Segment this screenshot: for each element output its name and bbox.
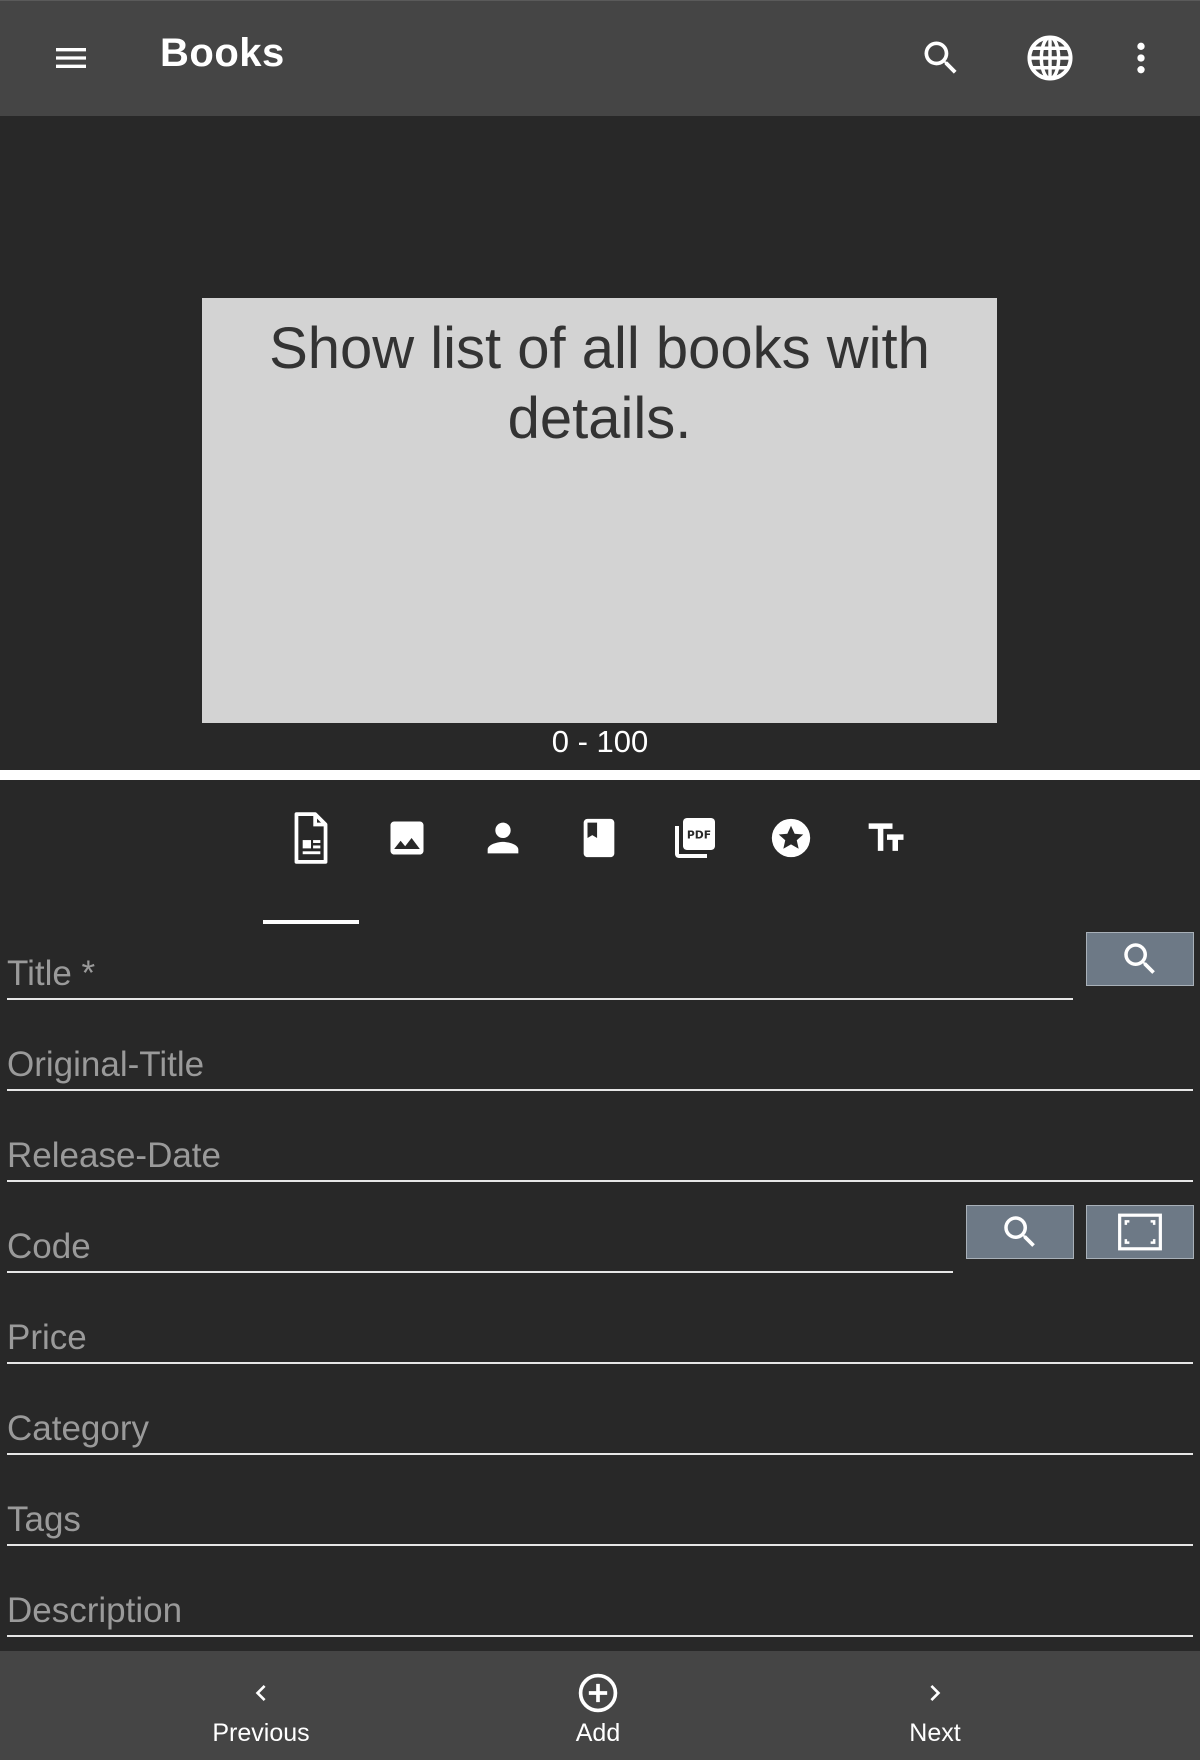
pdf-icon: PDF [675,818,715,858]
chevron-left-icon [255,1685,266,1701]
next-label: Next [909,1719,961,1747]
star-icon [771,818,811,858]
overflow-menu-button[interactable] [1106,23,1176,93]
code-field[interactable] [7,1203,953,1273]
person-icon [487,822,519,854]
release-date-input[interactable] [7,1136,1193,1176]
bottom-navigation: Previous Add Next [0,1651,1200,1760]
tags-input[interactable] [7,1500,1193,1540]
category-input[interactable] [7,1409,1193,1449]
title-input[interactable] [7,954,1073,994]
tab-book[interactable] [559,798,639,878]
title-search-button[interactable] [1086,932,1194,986]
previous-button[interactable]: Previous [161,1651,361,1760]
more-vert-icon [1137,42,1145,74]
chevron-right-icon [930,1685,941,1701]
add-circle-icon [578,1673,618,1713]
price-input[interactable] [7,1318,1193,1358]
tab-rating[interactable] [751,798,831,878]
scan-icon [1118,1213,1162,1251]
app-bar: Books [0,0,1200,116]
previous-label: Previous [212,1719,310,1747]
description-field[interactable] [7,1567,1193,1637]
price-field[interactable] [7,1294,1193,1364]
search-icon [924,41,957,74]
menu-icon [56,48,86,68]
divider [0,770,1200,780]
original-title-field[interactable] [7,1021,1193,1091]
code-input[interactable] [7,1227,953,1267]
placeholder-message: Show list of all books with details. [269,316,930,451]
tab-text[interactable] [847,798,927,878]
next-button[interactable]: Next [835,1651,1035,1760]
tab-images[interactable] [367,798,447,878]
text-size-icon [868,823,904,851]
image-icon [390,821,424,855]
book-list-placeholder[interactable]: Show list of all books with details. [202,298,997,723]
svg-text:PDF: PDF [687,829,711,842]
tab-pdf[interactable]: PDF [655,798,735,878]
tab-authors[interactable] [463,798,543,878]
app-title: Books [160,31,285,75]
book-icon [583,818,615,858]
language-button[interactable] [1015,23,1085,93]
range-label: 0 - 100 [551,724,649,759]
globe-icon [1027,35,1073,81]
document-icon [294,812,328,864]
code-scan-button[interactable] [1086,1205,1194,1259]
search-icon [1004,1216,1035,1247]
tab-bar: PDF [0,780,1200,930]
code-search-button[interactable] [966,1205,1074,1259]
preview-area: Show list of all books with details. 0 -… [0,116,1200,770]
tags-field[interactable] [7,1476,1193,1546]
description-input[interactable] [7,1591,1193,1631]
menu-button[interactable] [36,23,106,93]
tab-indicator [263,920,359,924]
tab-details[interactable] [271,798,351,878]
release-date-field[interactable] [7,1112,1193,1182]
category-field[interactable] [7,1385,1193,1455]
search-button[interactable] [906,23,976,93]
add-label: Add [575,1719,621,1747]
original-title-input[interactable] [7,1045,1193,1085]
search-icon [1124,943,1155,974]
add-button[interactable]: Add [498,1651,698,1760]
title-field[interactable] [7,930,1073,1000]
